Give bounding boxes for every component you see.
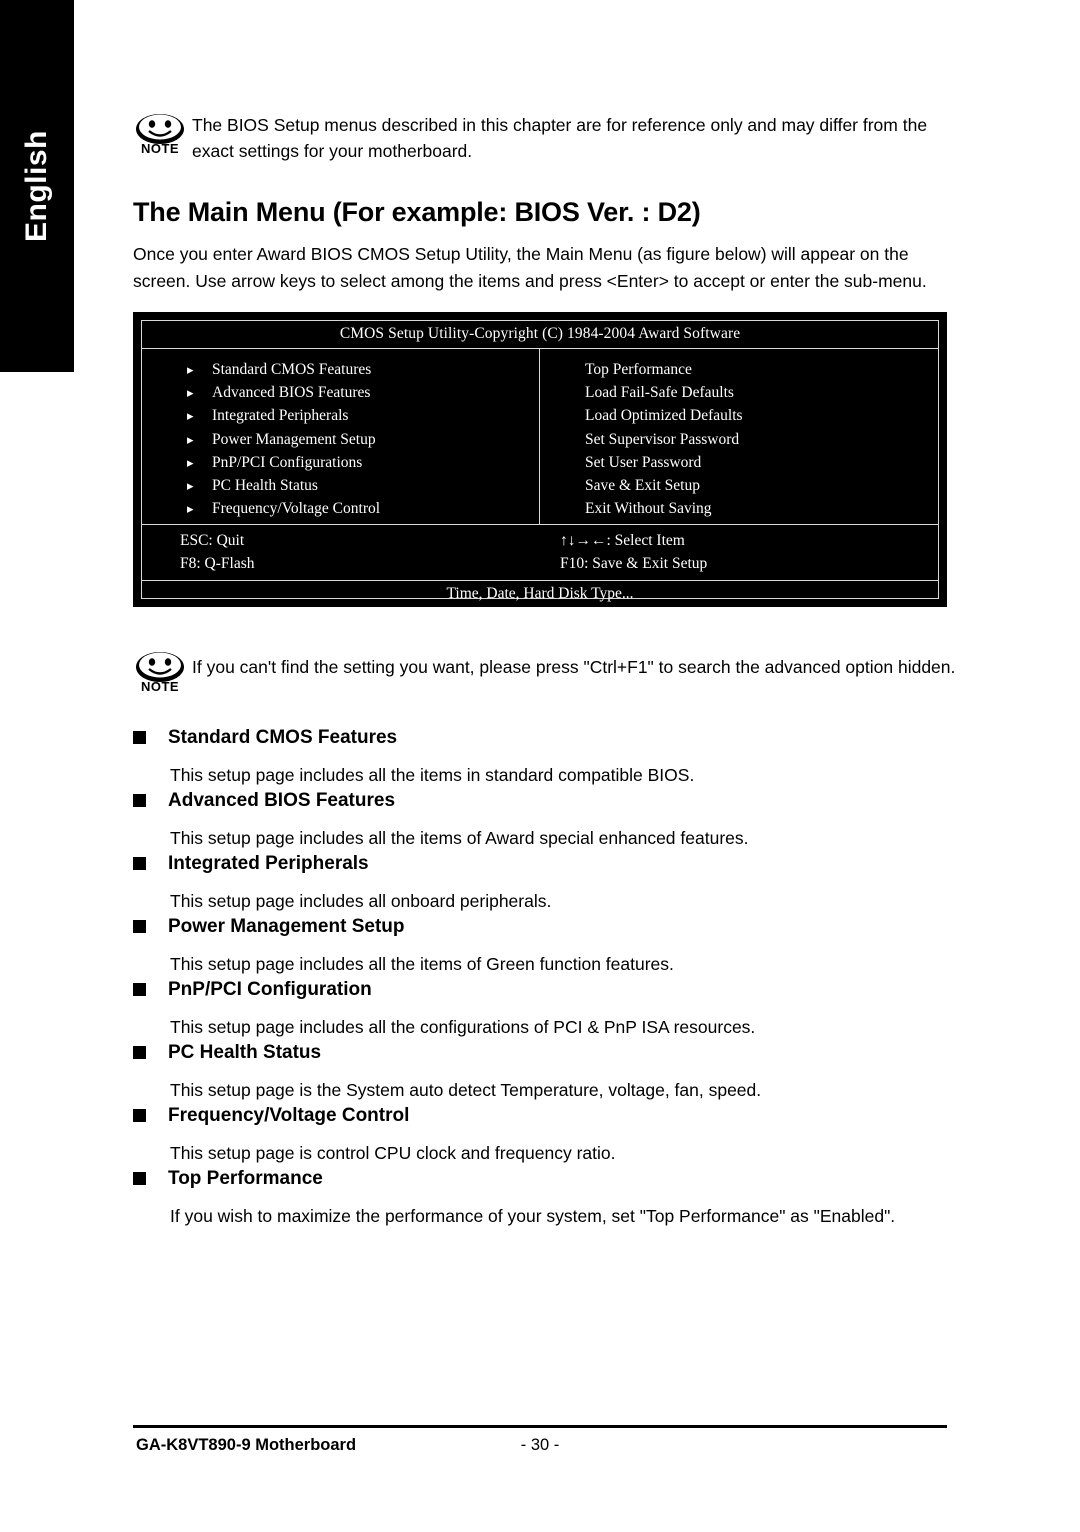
- bios-menu-item[interactable]: Load Fail-Safe Defaults: [540, 381, 938, 404]
- section-pc-health-status: PC Health Status This setup page is the …: [133, 1041, 953, 1102]
- arrow-right-icon: ▸: [187, 408, 194, 424]
- note-bottom-text: If you can't find the setting you want, …: [192, 657, 956, 677]
- bios-key-hint: F8: Q-Flash: [180, 555, 255, 572]
- section-heading: Frequency/Voltage Control: [133, 1104, 953, 1128]
- bios-key-hint: F10: Save & Exit Setup: [560, 555, 708, 572]
- section-heading: Advanced BIOS Features: [133, 789, 953, 813]
- bios-key-help: ESC: Quit F8: Q-Flash ↑↓→←: Select Item …: [142, 525, 938, 581]
- bios-menu-body: ▸ Standard CMOS Features ▸ Advanced BIOS F…: [142, 349, 938, 525]
- bios-menu-item[interactable]: ▸ Advanced BIOS Features: [142, 381, 539, 404]
- section-heading-label: PnP/PCI Configuration: [168, 979, 372, 1000]
- bullet-square-icon: [133, 794, 146, 807]
- arrow-right-icon: ▸: [187, 362, 194, 377]
- bios-title-bar: CMOS Setup Utility-Copyright (C) 1984-20…: [142, 321, 938, 349]
- section-heading-label: Power Management Setup: [168, 916, 405, 937]
- note-icon-label: NOTE: [140, 679, 180, 694]
- bios-right-column: Top Performance Load Fail-Safe Defaults …: [540, 349, 938, 524]
- arrow-right-icon: ▸: [187, 478, 194, 494]
- bios-menu-item[interactable]: ▸ PnP/PCI Configurations: [142, 451, 539, 474]
- language-side-tab: English: [0, 0, 74, 372]
- note-callout-top: NOTE The BIOS Setup menus described in t…: [128, 110, 958, 168]
- section-description: This setup page includes all the items o…: [170, 828, 749, 848]
- section-description: This setup page includes all onboard per…: [170, 891, 552, 911]
- section-pnp-pci-configuration: PnP/PCI Configuration This setup page in…: [133, 978, 953, 1039]
- section-description: This setup page includes all the items o…: [170, 954, 674, 974]
- bios-key-hint: ↑↓→←: Select Item: [560, 532, 685, 549]
- bios-menu-item-label: Integrated Peripherals: [212, 407, 349, 425]
- note-icon: NOTE: [128, 648, 192, 706]
- bios-key-help-right: ↑↓→←: Select Item F10: Save & Exit Setup: [540, 529, 938, 575]
- bullet-square-icon: [133, 1109, 146, 1122]
- intro-paragraph: Once you enter Award BIOS CMOS Setup Uti…: [133, 244, 927, 291]
- section-description: If you wish to maximize the performance …: [170, 1206, 896, 1226]
- section-heading-label: Frequency/Voltage Control: [168, 1105, 410, 1126]
- section-heading-label: Advanced BIOS Features: [168, 790, 396, 811]
- section-heading: Integrated Peripherals: [133, 852, 953, 876]
- section-frequency-voltage-control: Frequency/Voltage Control This setup pag…: [133, 1104, 953, 1165]
- section-heading-label: PC Health Status: [168, 1042, 322, 1063]
- bios-menu-item[interactable]: Save & Exit Setup: [540, 474, 938, 497]
- bios-main-menu-screen: CMOS Setup Utility-Copyright (C) 1984-20…: [133, 312, 947, 607]
- bios-menu-item-label: Standard CMOS Features: [212, 361, 372, 378]
- bios-menu-item-label: PC Health Status: [212, 477, 318, 495]
- bios-left-column: ▸ Standard CMOS Features ▸ Advanced BIOS F…: [142, 349, 540, 524]
- bios-screen-frame: CMOS Setup Utility-Copyright (C) 1984-20…: [141, 320, 939, 602]
- bullet-square-icon: [133, 731, 146, 744]
- arrow-right-icon: ▸: [187, 431, 194, 447]
- section-heading-label: Integrated Peripherals: [168, 853, 369, 874]
- bios-key-help-left: ESC: Quit F8: Q-Flash: [142, 529, 540, 575]
- section-heading: PC Health Status: [133, 1041, 953, 1065]
- footer-page-number: - 30 -: [520, 1436, 560, 1454]
- section-description: This setup page is the System auto detec…: [170, 1080, 762, 1100]
- bios-menu-item[interactable]: Exit Without Saving: [540, 497, 938, 520]
- bullet-square-icon: [133, 920, 146, 933]
- bios-menu-item-label: Power Management Setup: [212, 430, 376, 448]
- bullet-square-icon: [133, 857, 146, 870]
- note-callout-bottom: NOTE If you can't find the setting you w…: [128, 648, 968, 706]
- section-description: This setup page includes all the items i…: [170, 765, 695, 785]
- arrow-right-icon: ▸: [187, 501, 194, 517]
- section-heading-label: Top Performance: [168, 1168, 323, 1189]
- section-heading: Top Performance: [133, 1167, 953, 1191]
- page-title: The Main Menu (For example: BIOS Ver. : …: [133, 197, 701, 227]
- bios-menu-item[interactable]: Load Optimized Defaults: [540, 404, 938, 427]
- section-standard-cmos-features: Standard CMOS Features This setup page i…: [133, 726, 953, 787]
- bios-menu-item[interactable]: ▸ Frequency/Voltage Control: [142, 497, 539, 520]
- arrow-right-icon: ▸: [187, 454, 194, 470]
- bios-status-bar: Time, Date, Hard Disk Type...: [446, 585, 634, 602]
- section-heading-label: Standard CMOS Features: [168, 727, 398, 748]
- bios-menu-item-label: Advanced BIOS Features: [212, 384, 371, 402]
- section-description: This setup page includes all the configu…: [170, 1017, 756, 1037]
- section-top-performance: Top Performance If you wish to maximize …: [133, 1167, 953, 1228]
- bios-menu-item[interactable]: Set Supervisor Password: [540, 428, 938, 451]
- section-power-management-setup: Power Management Setup This setup page i…: [133, 915, 953, 976]
- bios-menu-item-label: PnP/PCI Configurations: [212, 453, 363, 471]
- bios-menu-item[interactable]: Set User Password: [540, 451, 938, 474]
- bullet-square-icon: [133, 983, 146, 996]
- section-description: This setup page is control CPU clock and…: [170, 1143, 616, 1163]
- footer-divider: [133, 1425, 947, 1428]
- bios-menu-item[interactable]: Top Performance: [540, 358, 938, 381]
- bullet-square-icon: [133, 1172, 146, 1185]
- bios-key-hint: ESC: Quit: [180, 532, 245, 549]
- bios-menu-item[interactable]: ▸ PC Health Status: [142, 474, 539, 497]
- bios-menu-item[interactable]: ▸ Standard CMOS Features: [142, 358, 539, 381]
- note-icon: NOTE: [128, 110, 192, 168]
- section-heading: Power Management Setup: [133, 915, 953, 939]
- section-heading: PnP/PCI Configuration: [133, 978, 953, 1002]
- section-heading: Standard CMOS Features: [133, 726, 953, 750]
- bullet-square-icon: [133, 1046, 146, 1059]
- note-top-text: The BIOS Setup menus described in this c…: [192, 115, 928, 161]
- bios-menu-item-label: Frequency/Voltage Control: [212, 500, 381, 518]
- bios-menu-item[interactable]: ▸ Integrated Peripherals: [142, 404, 539, 427]
- side-tab-label: English: [20, 130, 53, 242]
- section-advanced-bios-features: Advanced BIOS Features This setup page i…: [133, 789, 953, 850]
- arrow-right-icon: ▸: [187, 385, 194, 401]
- bios-menu-item[interactable]: ▸ Power Management Setup: [142, 428, 539, 451]
- section-integrated-peripherals: Integrated Peripherals This setup page i…: [133, 852, 953, 913]
- note-icon-label: NOTE: [140, 141, 180, 156]
